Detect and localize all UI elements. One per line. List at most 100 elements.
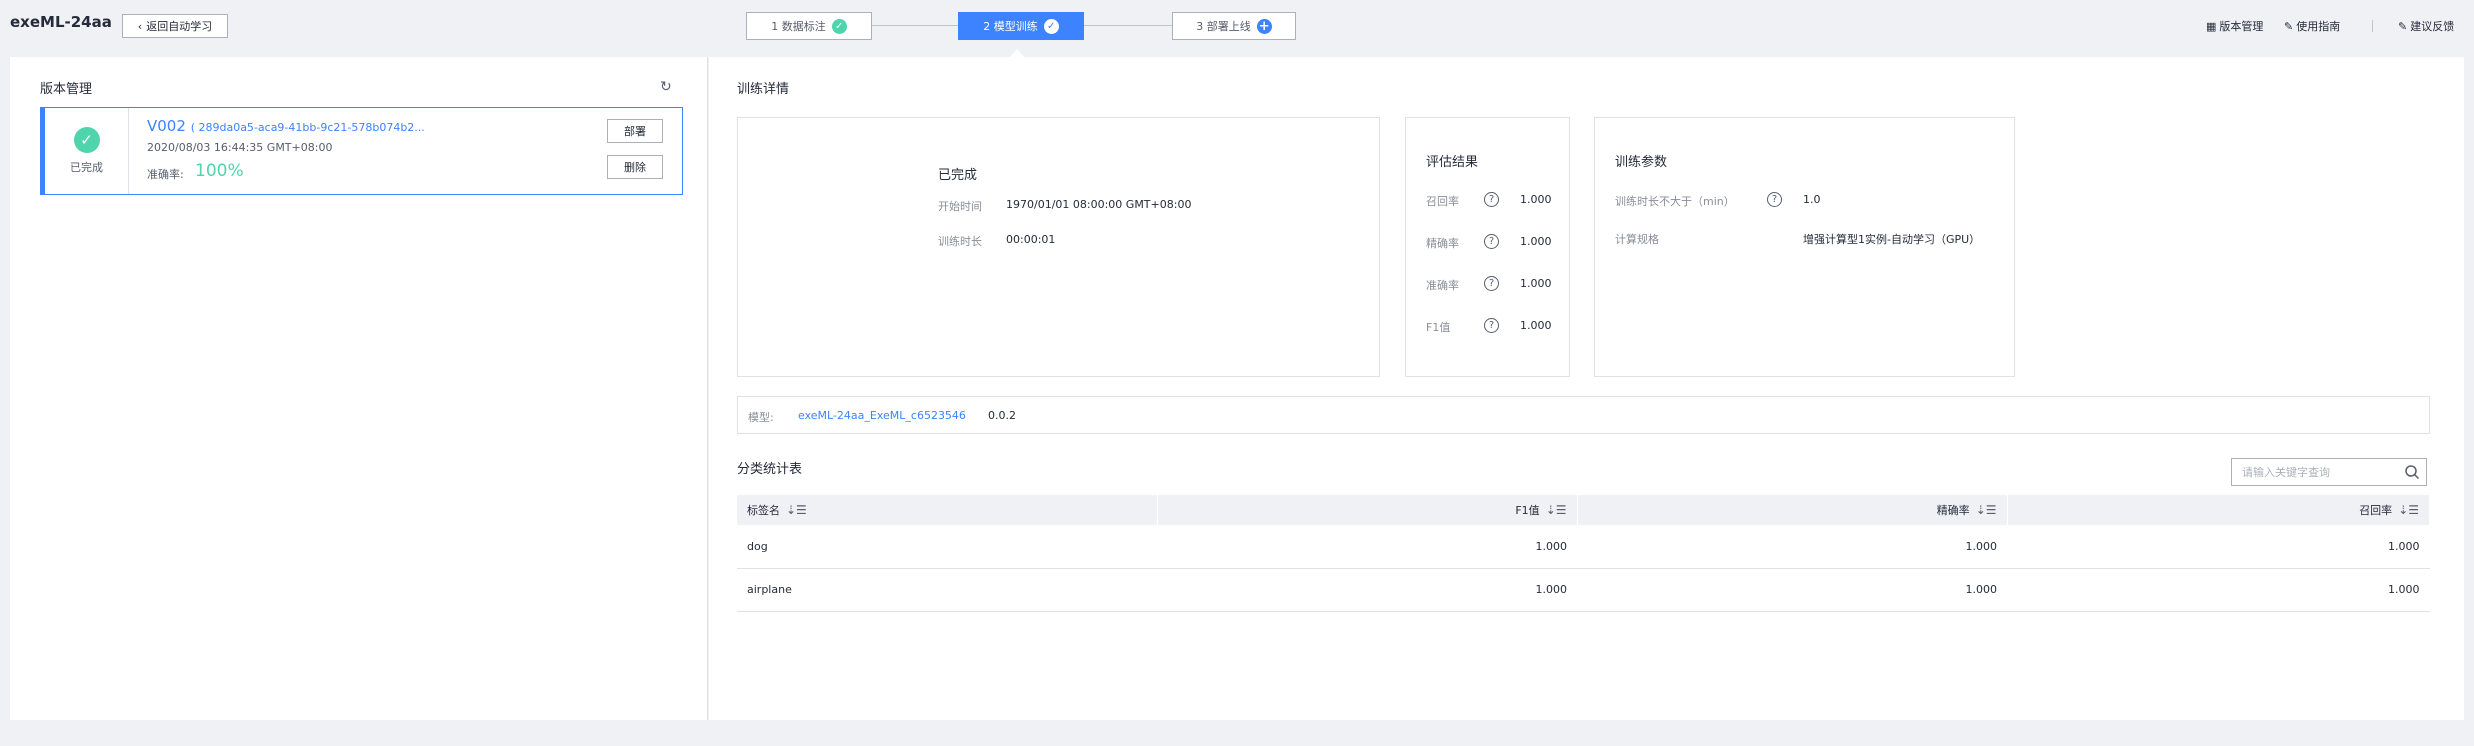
recall-value: 1.000 <box>1520 193 1552 206</box>
accuracy-label: 准确率 <box>1426 279 1459 292</box>
search-icon[interactable] <box>2404 464 2420 480</box>
version-management-link[interactable]: ▦ 版本管理 <box>2206 18 2263 34</box>
version-management-label: 版本管理 <box>2219 20 2264 33</box>
top-bar: exeML-24aa ‹ 返回自动学习 1 数据标注 ✓ 2 模型训练 ✓ 3 … <box>0 0 2474 52</box>
help-icon[interactable]: ? <box>1484 276 1499 291</box>
check-circle-icon: ✓ <box>73 127 100 153</box>
sort-icon[interactable]: ⇣☰ <box>786 503 807 517</box>
deploy-button[interactable]: 部署 <box>607 119 663 143</box>
grid-icon: ▦ <box>2206 19 2217 33</box>
active-step-pointer <box>1010 49 1024 57</box>
column-label: 召回率 <box>2359 504 2393 517</box>
feedback-link[interactable]: ✎ 建议反馈 <box>2398 18 2454 34</box>
precision-value: 1.000 <box>1520 235 1552 248</box>
delete-button[interactable]: 删除 <box>607 155 663 179</box>
evaluation-box: 评估结果 召回率 ? 1.000 精确率 ? 1.000 准确率 ? 1.000… <box>1405 117 1570 377</box>
accuracy-label: 准确率: <box>147 168 184 181</box>
column-label: F1值 <box>1515 504 1540 517</box>
compute-spec-label: 计算规格 <box>1615 233 1659 246</box>
step-data-labeling[interactable]: 1 数据标注 ✓ <box>746 12 872 40</box>
refresh-icon[interactable]: ↻ <box>660 79 672 95</box>
duration-label: 训练时长 <box>938 235 982 248</box>
evaluation-title: 评估结果 <box>1426 155 1479 170</box>
table-header-row: 标签名 ⇣☰ F1值 ⇣☰ 精确率 ⇣☰ 召回率 ⇣☰ <box>737 495 2430 525</box>
plus-icon: + <box>1256 18 1272 34</box>
f1-value: 1.000 <box>1520 319 1552 332</box>
version-card[interactable]: ✓ 已完成 V002 ( 289da0a5-aca9-41bb-9c21-578… <box>40 107 683 195</box>
sort-icon[interactable]: ⇣☰ <box>1976 503 1997 517</box>
step-deploy[interactable]: 3 部署上线 + <box>1172 12 1296 40</box>
back-button[interactable]: ‹ 返回自动学习 <box>122 14 228 38</box>
training-status-heading: 已完成 <box>938 168 978 183</box>
document-edit-icon: ✎ <box>2284 19 2294 33</box>
back-button-label: 返回自动学习 <box>146 20 213 33</box>
training-details-panel: 训练详情 已完成 开始时间 1970/01/01 08:00:00 GMT+08… <box>709 57 2464 720</box>
version-number: V002 <box>147 117 186 135</box>
help-icon[interactable]: ? <box>1767 192 1782 207</box>
chevron-left-icon: ‹ <box>137 19 143 33</box>
step-connector <box>1084 25 1172 26</box>
class-stats-table: 标签名 ⇣☰ F1值 ⇣☰ 精确率 ⇣☰ 召回率 ⇣☰ dog 1.000 1.000 … <box>737 495 2430 612</box>
label-cell: airplane <box>737 568 1157 612</box>
start-time-label: 开始时间 <box>938 200 982 213</box>
sort-icon[interactable]: ⇣☰ <box>2398 503 2419 517</box>
precision-cell: 1.000 <box>1577 568 2007 612</box>
sort-icon[interactable]: ⇣☰ <box>1546 503 1567 517</box>
help-icon[interactable]: ? <box>1484 192 1499 207</box>
training-params-box: 训练参数 训练时长不大于（min） ? 1.0 计算规格 增强计算型1实例-自动… <box>1594 117 2015 377</box>
column-label: 精确率 <box>1936 504 1970 517</box>
edit-icon: ✎ <box>2398 19 2408 33</box>
training-details-title: 训练详情 <box>737 82 790 97</box>
search-input[interactable] <box>2242 459 2402 485</box>
precision-label: 精确率 <box>1426 237 1459 250</box>
f1-label: F1值 <box>1426 321 1451 334</box>
precision-cell: 1.000 <box>1577 525 2007 569</box>
duration-value: 00:00:01 <box>1006 233 1056 246</box>
step-label: 1 数据标注 <box>771 20 826 33</box>
check-icon: ✓ <box>1043 18 1059 34</box>
step-model-training[interactable]: 2 模型训练 ✓ <box>958 12 1084 40</box>
user-guide-link[interactable]: ✎ 使用指南 <box>2284 18 2340 34</box>
model-name-link[interactable]: exeML-24aa_ExeML_c6523546 <box>798 409 966 422</box>
version-name[interactable]: V002 ( 289da0a5-aca9-41bb-9c21-578b074b2… <box>147 117 425 135</box>
search-box[interactable] <box>2231 458 2427 486</box>
recall-cell: 1.000 <box>2007 568 2430 612</box>
version-status-label: 已完成 <box>70 161 103 174</box>
version-hash: ( 289da0a5-aca9-41bb-9c21-578b074b2... <box>190 121 425 134</box>
step-label: 3 部署上线 <box>1196 20 1251 33</box>
duration-limit-label: 训练时长不大于（min） <box>1615 195 1735 208</box>
table-row: dog 1.000 1.000 1.000 <box>737 525 2430 569</box>
step-label: 2 模型训练 <box>983 20 1038 33</box>
column-header: 标签名 ⇣☰ <box>737 495 1158 525</box>
version-panel-title: 版本管理 <box>40 82 93 97</box>
version-date: 2020/08/03 16:44:35 GMT+08:00 <box>147 141 333 154</box>
accuracy-value: 100% <box>195 161 244 181</box>
start-time-value: 1970/01/01 08:00:00 GMT+08:00 <box>1006 198 1192 211</box>
model-version: 0.0.2 <box>988 409 1016 422</box>
accuracy-value: 1.000 <box>1520 277 1552 290</box>
version-panel: 版本管理 ↻ ✓ 已完成 V002 ( 289da0a5-aca9-41bb-9… <box>10 57 708 720</box>
help-icon[interactable]: ? <box>1484 234 1499 249</box>
column-label: 标签名 <box>747 504 780 517</box>
divider <box>2372 20 2373 32</box>
f1-cell: 1.000 <box>1157 525 1577 569</box>
recall-cell: 1.000 <box>2007 525 2430 569</box>
user-guide-label: 使用指南 <box>2296 20 2341 33</box>
panel-divider <box>707 57 708 720</box>
model-info-bar: 模型: exeML-24aa_ExeML_c6523546 0.0.2 <box>737 396 2430 434</box>
check-icon: ✓ <box>831 18 847 34</box>
column-header: F1值 ⇣☰ <box>1157 495 1578 525</box>
label-cell: dog <box>737 525 1157 569</box>
step-connector <box>872 25 958 26</box>
column-header: 精确率 ⇣☰ <box>1577 495 2008 525</box>
compute-spec-value: 增强计算型1实例-自动学习（GPU） <box>1803 233 1981 246</box>
f1-cell: 1.000 <box>1157 568 1577 612</box>
app-title: exeML-24aa <box>10 13 112 31</box>
training-params-title: 训练参数 <box>1615 155 1668 170</box>
class-stats-title: 分类统计表 <box>737 462 803 477</box>
table-row: airplane 1.000 1.000 1.000 <box>737 568 2430 612</box>
duration-limit-value: 1.0 <box>1803 193 1821 206</box>
help-icon[interactable]: ? <box>1484 318 1499 333</box>
recall-label: 召回率 <box>1426 195 1459 208</box>
training-status-box: 已完成 开始时间 1970/01/01 08:00:00 GMT+08:00 训… <box>737 117 1380 377</box>
